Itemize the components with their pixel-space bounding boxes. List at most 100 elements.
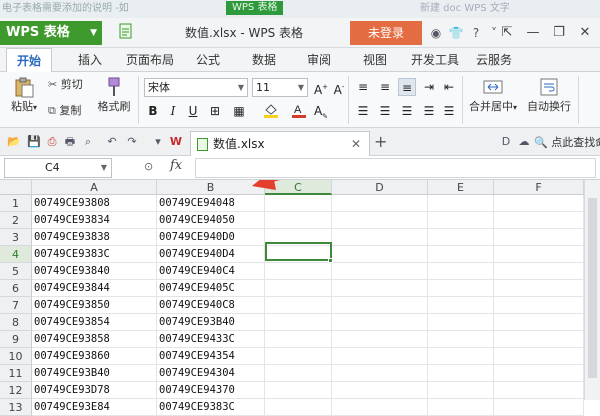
format-painter-label: 格式刷 [97,100,131,113]
table-cell[interactable] [332,399,428,416]
cut-button[interactable]: ✂ 剪切 [48,76,83,94]
save-icon[interactable]: 💾 [26,134,42,150]
border-icon[interactable]: ⊞ [206,102,224,120]
app-menu-button[interactable]: WPS 表格 ▼ [0,21,102,45]
align-middle-icon[interactable]: ≡ [376,78,394,96]
divider [578,76,579,124]
scrollbar-thumb[interactable] [588,198,597,378]
copy-icon: ⧉ [48,104,56,117]
table-cell[interactable]: 00749CE93E84 [32,399,157,416]
file-tab[interactable]: 数值.xlsx ✕ [190,131,370,156]
close-icon[interactable]: ✕ [574,22,596,44]
table-cell[interactable] [265,399,332,416]
formula-bar: C4 ▼ ⊙ fx [0,156,600,180]
table-cell[interactable] [494,399,584,416]
pdf-icon[interactable]: ⎙ [44,134,60,150]
cell-style-icon[interactable]: ▦ [230,102,248,120]
help-icon[interactable]: ? [466,23,486,43]
top-strip-right-text: 新建 doc WPS 文字 [420,3,510,14]
add-tab-icon[interactable]: + [374,132,387,151]
font-size-select[interactable]: 11 ▼ [252,78,308,97]
underline-button[interactable]: U [184,102,202,120]
copy-button[interactable]: ⧉ 复制 [48,102,81,120]
fill-color-icon[interactable] [262,102,280,120]
pin-icon[interactable]: ⇱ [496,22,518,44]
chevron-down-icon: ▼ [100,163,107,172]
tab-view[interactable]: 视图 [363,48,387,72]
divider [138,76,139,124]
align-bottom-icon[interactable]: ≡ [398,78,416,96]
name-box-value: C4 [45,161,60,174]
increase-font-icon[interactable]: A+ [312,78,330,97]
paste-button[interactable]: 粘贴▾ [8,76,40,114]
close-icon[interactable]: ✕ [351,132,361,156]
table-cell[interactable]: 00749CE9383C [157,399,265,416]
wrap-text-button[interactable]: 自动换行 [524,76,574,114]
spreadsheet-grid: ABCDEF 1 00749CE93808 00749CE94048 2 00749CE… [0,180,600,416]
folder-icon[interactable]: 📂 [6,134,22,150]
justify-icon[interactable]: ☰ [420,102,438,120]
align-right-icon[interactable]: ☰ [398,102,416,120]
row-header[interactable]: 13 [0,399,32,416]
search-icon: 🔍 [534,136,548,149]
restore-icon[interactable]: ❐ [548,22,570,44]
vertical-scrollbar[interactable] [584,180,600,400]
undo-icon[interactable]: ↶ [104,134,120,150]
chevron-down-icon[interactable]: ▾ [150,134,166,150]
title-bar: WPS 表格 ▼ 数值.xlsx - WPS 表格 未登录 ◉ 👕 ? ˅ ⇱ … [0,18,600,48]
tab-page-layout[interactable]: 页面布局 [126,48,174,72]
distribute-icon[interactable]: ☰ [440,102,458,120]
tab-insert[interactable]: 插入 [78,48,102,72]
top-strip-green-label: WPS 表格 [226,1,284,15]
print-icon[interactable]: 🖶 [62,134,78,150]
align-left-icon[interactable]: ☰ [354,102,372,120]
file-tab-label: 数值.xlsx [213,137,265,151]
merge-icon [483,80,503,94]
brush-icon [108,77,120,96]
merge-center-button[interactable]: 合并居中▾ [464,76,522,114]
shirt-icon[interactable]: 👕 [446,23,466,43]
sync-icon[interactable]: ◉ [426,23,446,43]
login-button[interactable]: 未登录 [350,21,422,45]
chevron-down-icon: ▼ [90,28,97,38]
zoom-icon[interactable]: ⊙ [144,160,153,173]
redo-icon[interactable]: ↷ [124,134,140,150]
document-icon [116,23,136,43]
formula-input[interactable] [195,158,596,178]
chevron-down-icon: ▼ [237,83,244,92]
italic-button[interactable]: I [164,102,182,120]
tab-formula[interactable]: 公式 [196,48,220,72]
font-name-select[interactable]: 宋体 ▼ [144,78,248,97]
tab-home[interactable]: 开始 [6,48,53,73]
spreadsheet-icon [197,138,208,151]
tab-data[interactable]: 数据 [252,48,276,72]
outdent-icon[interactable]: ⇤ [440,78,458,96]
scissors-icon: ✂ [48,78,58,91]
table-cell[interactable] [428,399,494,416]
function-icon[interactable]: fx [170,158,182,173]
paste-icon [15,77,34,98]
command-search-label: 点此查找命令 [551,136,600,149]
preview-icon[interactable]: ⌕ [80,134,96,150]
decrease-font-icon[interactable]: A- [330,78,348,97]
tab-review[interactable]: 审阅 [307,48,331,72]
clear-format-icon[interactable]: A✎ [312,102,330,120]
wps-logo-icon[interactable]: W [168,134,184,150]
format-painter-button[interactable]: 格式刷 [94,76,134,114]
align-center-icon[interactable]: ☰ [376,102,394,120]
indent-icon[interactable]: ⇥ [420,78,438,96]
font-color-icon[interactable]: A [290,102,308,120]
tab-developer[interactable]: 开发工具 [411,48,459,72]
dock-icon[interactable]: D [498,134,514,150]
app-name: WPS 表格 [6,25,70,40]
merge-label: 合并居中 [468,100,513,113]
minimize-icon[interactable]: — [522,22,544,44]
cloud-icon[interactable]: ☁ [516,134,532,150]
bold-button[interactable]: B [144,102,162,120]
align-top-icon[interactable]: ≡ [354,78,372,96]
menu-bar: 开始 插入 页面布局 公式 数据 审阅 视图 开发工具 云服务 [0,48,600,73]
command-search[interactable]: 🔍 点此查找命令 [534,134,600,150]
name-box[interactable]: C4 ▼ [4,158,112,178]
tab-cloud[interactable]: 云服务 [476,48,512,72]
divider [348,76,349,124]
